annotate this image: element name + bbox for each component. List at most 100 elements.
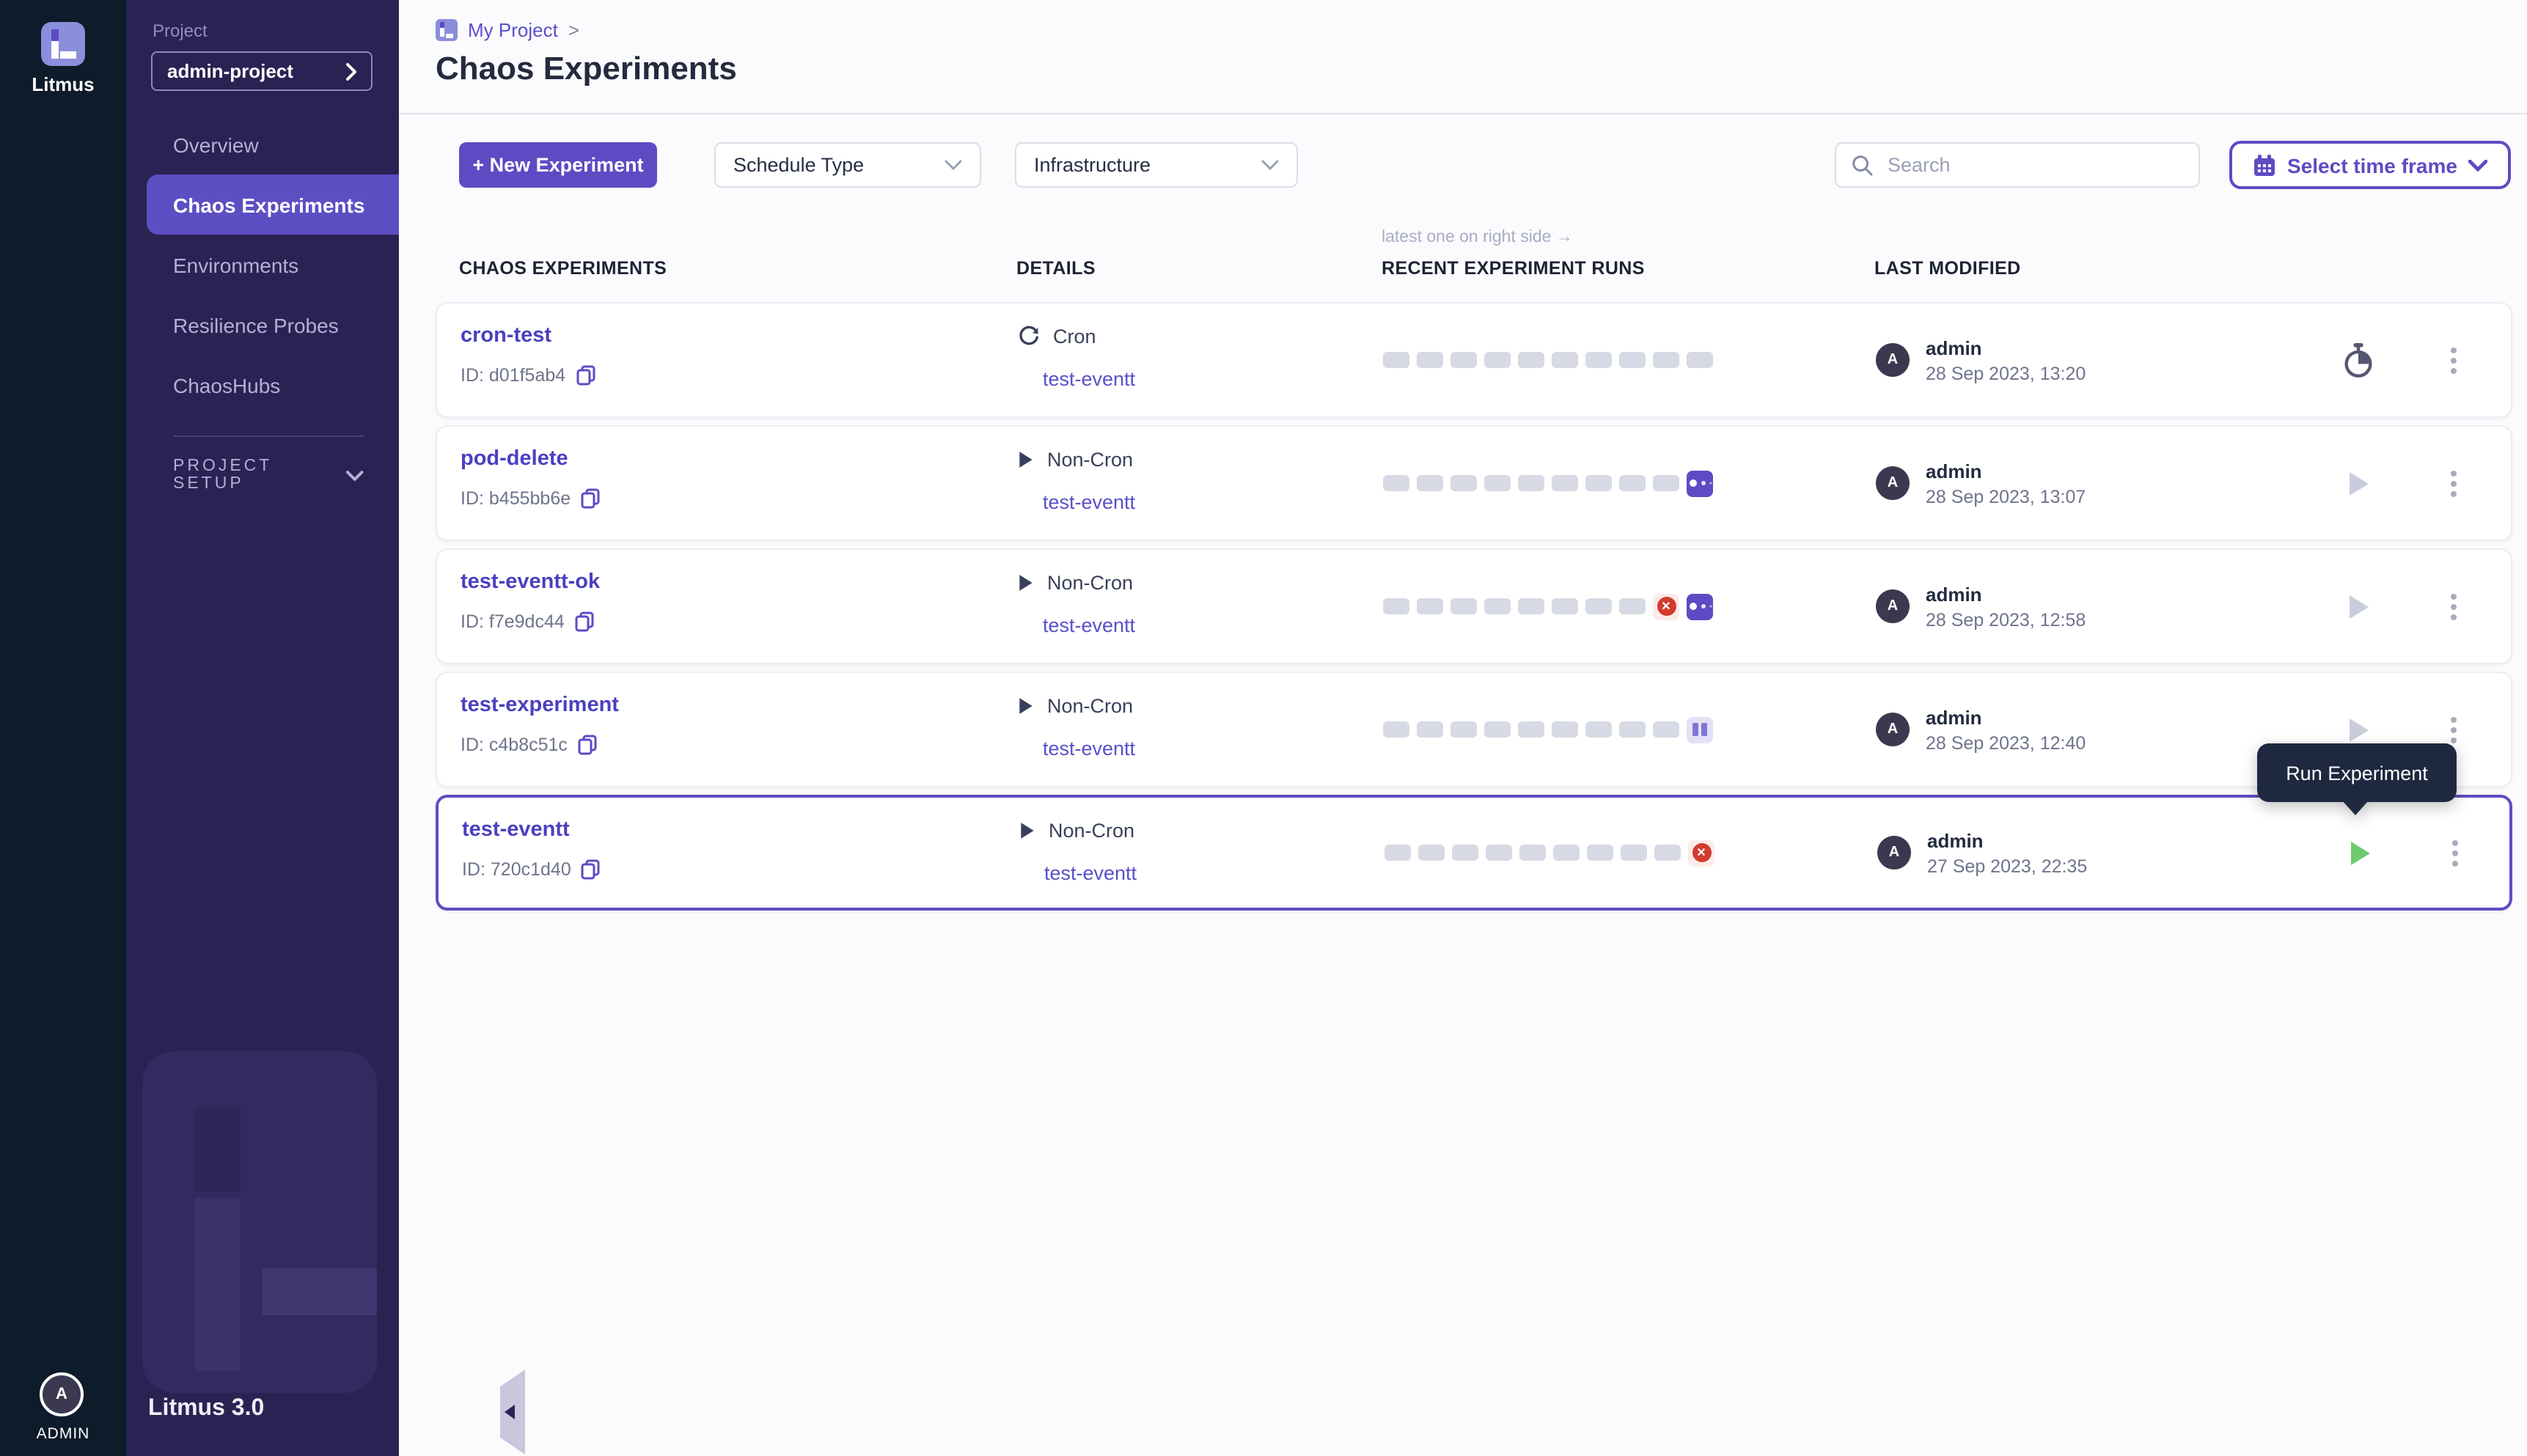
- run-placeholder: [1585, 721, 1612, 738]
- user-avatar[interactable]: A: [40, 1372, 84, 1416]
- copy-icon[interactable]: [576, 365, 595, 386]
- infrastructure-link[interactable]: test-eventt: [1044, 862, 1137, 884]
- run-placeholder: [1585, 598, 1612, 614]
- select-time-frame-label: Select time frame: [2287, 153, 2457, 177]
- chevron-down-icon: [347, 470, 364, 480]
- sidebar-item-resilience-probes[interactable]: Resilience Probes: [126, 295, 399, 355]
- copy-icon[interactable]: [575, 611, 594, 632]
- sidebar-item-overview[interactable]: Overview: [126, 114, 399, 174]
- run-placeholder: [1417, 352, 1443, 368]
- run-status-running-badge[interactable]: [1687, 593, 1713, 619]
- run-placeholder: [1450, 475, 1477, 491]
- cron-icon: [1018, 326, 1040, 348]
- modified-date: 28 Sep 2023, 12:58: [1926, 609, 2086, 630]
- cron-schedule-indicator: [2336, 304, 2380, 416]
- sidebar-item-environments[interactable]: Environments: [126, 235, 399, 295]
- run-placeholder: [1654, 845, 1681, 861]
- experiment-id: ID: f7e9dc44: [461, 611, 565, 632]
- run-status-running-badge[interactable]: [1687, 470, 1713, 496]
- project-setup-toggle[interactable]: PROJECT SETUP: [173, 457, 364, 493]
- modified-date: 28 Sep 2023, 12:40: [1926, 732, 2086, 753]
- run-experiment-button[interactable]: [2336, 550, 2380, 663]
- run-experiment-button[interactable]: [2336, 427, 2380, 540]
- run-placeholder: [1450, 721, 1477, 738]
- select-time-frame-button[interactable]: Select time frame: [2229, 141, 2511, 189]
- stopwatch-icon: [2342, 342, 2374, 378]
- run-experiment-tooltip: Run Experiment: [2257, 743, 2457, 802]
- chevron-right-icon: [346, 62, 356, 80]
- experiment-name-link[interactable]: pod-delete: [461, 447, 568, 471]
- run-placeholder: [1518, 475, 1544, 491]
- recent-runs: [1383, 550, 1713, 663]
- modified-by: admin: [1926, 460, 2086, 482]
- last-modified-cell: A admin 27 Sep 2023, 22:35: [1877, 798, 2087, 908]
- row-menu-button[interactable]: [2435, 427, 2473, 540]
- run-placeholder: [1619, 475, 1646, 491]
- run-placeholder: [1383, 598, 1409, 614]
- avatar: A: [1877, 836, 1911, 869]
- infrastructure-link[interactable]: test-eventt: [1043, 368, 1135, 390]
- avatar: A: [1876, 713, 1910, 746]
- run-play-icon: [2349, 595, 2368, 618]
- sidebar-item-chaos-experiments[interactable]: Chaos Experiments: [147, 174, 399, 235]
- copy-icon[interactable]: [581, 488, 600, 509]
- modified-by: admin: [1927, 829, 2087, 851]
- play-icon: [1019, 821, 1035, 840]
- project-label: Project: [153, 21, 208, 41]
- run-placeholder: [1552, 352, 1578, 368]
- copy-icon[interactable]: [582, 859, 601, 880]
- chevron-down-icon: [945, 160, 962, 170]
- run-placeholder: [1621, 845, 1647, 861]
- table-row: test-eventt-ok ID: f7e9dc44 Non-Cron tes…: [436, 548, 2512, 664]
- breadcrumb-project-link[interactable]: My Project: [468, 19, 558, 41]
- schedule-type-cell: Cron: [1053, 326, 1096, 348]
- schedule-type-select[interactable]: Schedule Type: [714, 142, 981, 188]
- run-placeholder: [1484, 721, 1511, 738]
- schedule-type-cell: Non-Cron: [1047, 695, 1133, 717]
- run-placeholder: [1383, 475, 1409, 491]
- row-menu-button[interactable]: [2436, 798, 2474, 908]
- run-placeholder: [1518, 352, 1544, 368]
- breadcrumb-logo-icon: [436, 19, 458, 41]
- litmus-watermark-logo: [142, 1051, 377, 1393]
- recent-runs: [1383, 673, 1713, 786]
- last-modified-cell: A admin 28 Sep 2023, 12:58: [1876, 550, 2086, 663]
- last-modified-cell: A admin 28 Sep 2023, 13:07: [1876, 427, 2086, 540]
- modified-by: admin: [1926, 337, 2086, 359]
- run-play-icon: [2349, 471, 2368, 495]
- run-placeholder: [1384, 845, 1411, 861]
- search-input[interactable]: [1885, 152, 2184, 177]
- experiment-name-link[interactable]: cron-test: [461, 324, 551, 348]
- litmus-logo-icon: [41, 22, 85, 66]
- modified-date: 28 Sep 2023, 13:07: [1926, 486, 2086, 507]
- table-row: cron-test ID: d01f5ab4 Cron test-eventt …: [436, 302, 2512, 418]
- run-placeholder: [1552, 721, 1578, 738]
- search-icon: [1851, 154, 1873, 176]
- run-status-failed-badge[interactable]: [1653, 593, 1679, 619]
- schedule-type-value: Schedule Type: [733, 154, 864, 176]
- run-status-paused-badge[interactable]: [1687, 716, 1713, 743]
- experiment-name-link[interactable]: test-eventt-ok: [461, 570, 600, 594]
- infrastructure-link[interactable]: test-eventt: [1043, 738, 1135, 760]
- row-menu-button[interactable]: [2435, 550, 2473, 663]
- run-placeholder: [1518, 721, 1544, 738]
- modified-date: 27 Sep 2023, 22:35: [1927, 856, 2087, 876]
- new-experiment-button[interactable]: + New Experiment: [459, 142, 657, 188]
- experiment-name-link[interactable]: test-eventt: [462, 818, 570, 842]
- infrastructure-select[interactable]: Infrastructure: [1015, 142, 1298, 188]
- infrastructure-link[interactable]: test-eventt: [1043, 614, 1135, 636]
- experiment-id: ID: c4b8c51c: [461, 735, 568, 755]
- modified-by: admin: [1926, 583, 2086, 605]
- run-placeholder: [1486, 845, 1512, 861]
- experiment-name-link[interactable]: test-experiment: [461, 694, 619, 717]
- avatar: A: [1876, 589, 1910, 623]
- run-placeholder: [1450, 352, 1477, 368]
- copy-icon[interactable]: [578, 735, 597, 755]
- run-placeholder: [1417, 598, 1443, 614]
- project-selector[interactable]: admin-project: [151, 51, 373, 91]
- row-menu-button[interactable]: [2435, 304, 2473, 416]
- sidebar-item-chaoshubs[interactable]: ChaosHubs: [126, 355, 399, 415]
- sidebar: Project admin-project Overview Chaos Exp…: [126, 0, 399, 1456]
- infrastructure-link[interactable]: test-eventt: [1043, 491, 1135, 513]
- run-status-failed-badge[interactable]: [1688, 839, 1714, 866]
